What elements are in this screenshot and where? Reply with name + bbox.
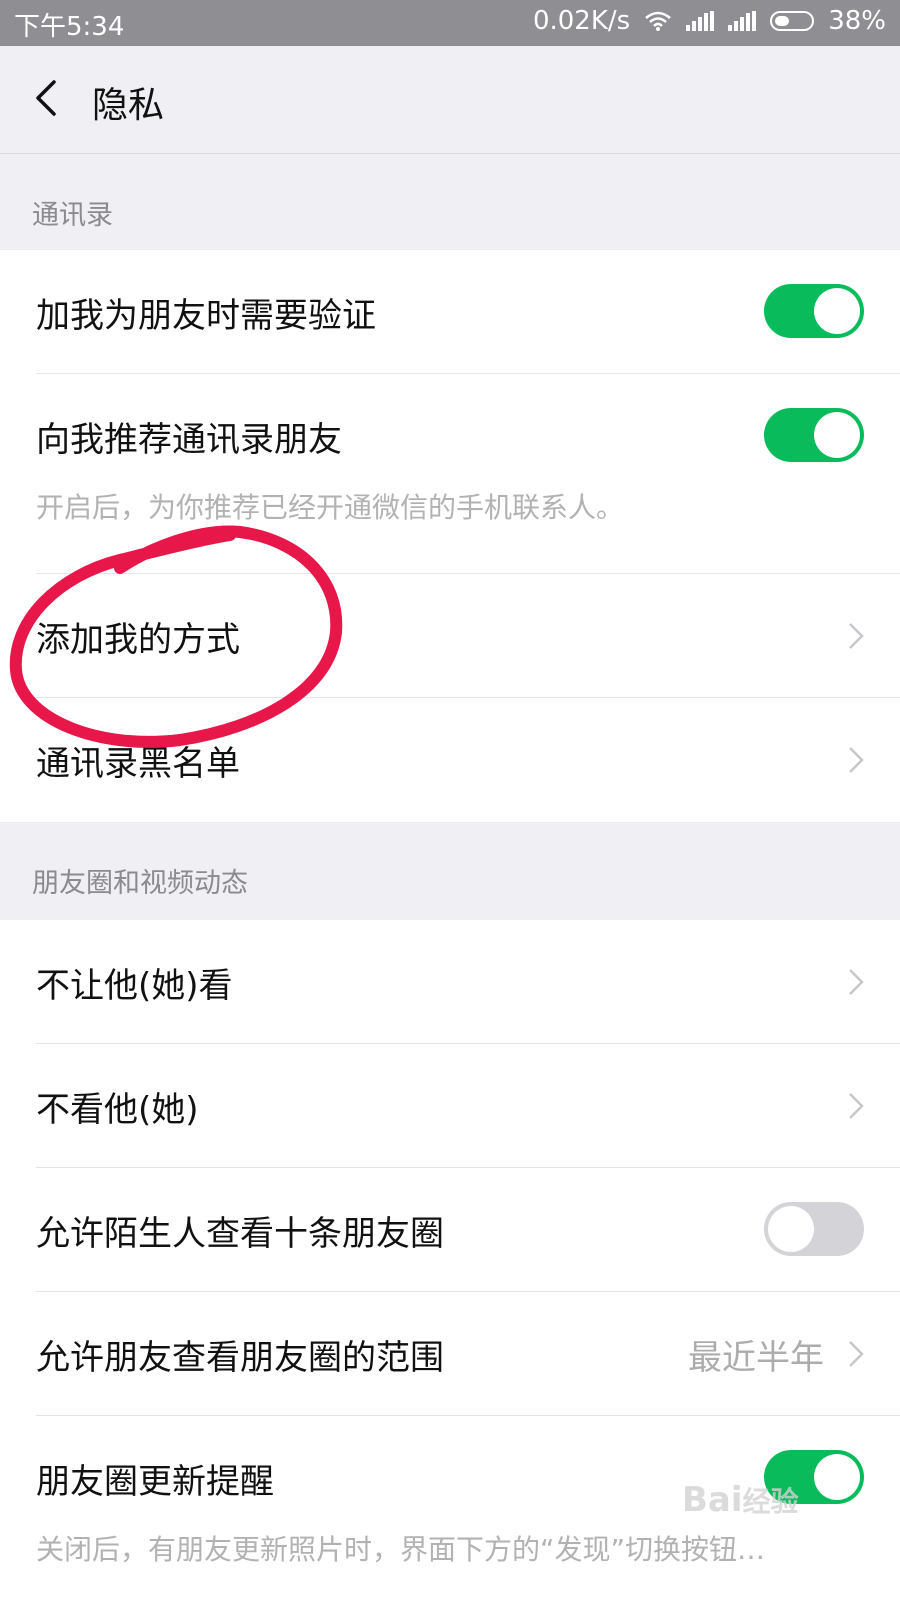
- section-header-moments: 朋友圈和视频动态: [0, 822, 900, 918]
- row-label: 允许陌生人查看十条朋友圈: [36, 1214, 444, 1254]
- nav-bar: 隐私: [0, 46, 900, 154]
- section-header-contacts: 通讯录: [0, 154, 900, 250]
- row-label: 向我推荐通讯录朋友: [36, 420, 342, 460]
- page-title: 隐私: [92, 85, 165, 126]
- row-label: 添加我的方式: [36, 620, 240, 660]
- signal-icon-2: [728, 11, 757, 31]
- row-label: 不看他(她): [36, 1090, 199, 1130]
- toggle-switch[interactable]: [764, 1202, 864, 1256]
- row-visible-range[interactable]: 允许朋友查看朋友圈的范围 最近半年: [0, 1292, 900, 1416]
- chevron-right-icon: [849, 623, 864, 649]
- group-contacts: 加我为朋友时需要验证 向我推荐通讯录朋友 开启后，为你推荐已经开通微信的手机联系…: [0, 250, 900, 822]
- row-description: 开启后，为你推荐已经开通微信的手机联系人。: [36, 491, 625, 524]
- row-label: 允许朋友查看朋友圈的范围: [36, 1338, 444, 1378]
- watermark-logo: Bai经验: [682, 1480, 799, 1520]
- row-value: 最近半年: [688, 1338, 824, 1378]
- row-blacklist[interactable]: 通讯录黑名单: [0, 698, 900, 822]
- status-time: 下午5:34: [14, 12, 125, 42]
- back-arrow-icon[interactable]: [26, 76, 70, 120]
- network-speed: 0.02K/s: [532, 6, 631, 36]
- wifi-icon: [645, 11, 672, 31]
- toggle-switch[interactable]: [764, 408, 864, 462]
- chevron-right-icon: [849, 969, 864, 995]
- status-bar: 下午5:34 0.02K/s 38%: [0, 0, 900, 46]
- row-label: 加我为朋友时需要验证: [36, 296, 376, 336]
- row-description: 关闭后，有朋友更新照片时，界面下方的“发现”切换按钮…: [36, 1533, 766, 1566]
- signal-icon: [686, 11, 715, 31]
- toggle-knob: [768, 1206, 814, 1252]
- toggle-knob: [814, 288, 860, 334]
- row-label: 不让他(她)看: [36, 966, 233, 1006]
- toggle-knob: [814, 412, 860, 458]
- chevron-right-icon: [849, 747, 864, 773]
- chevron-right-icon: [849, 1341, 864, 1367]
- row-label: 通讯录黑名单: [36, 744, 240, 784]
- status-right: 0.02K/s 38%: [533, 6, 886, 36]
- row-require-verification[interactable]: 加我为朋友时需要验证: [0, 250, 900, 374]
- section-title: 朋友圈和视频动态: [32, 868, 248, 899]
- row-dont-see[interactable]: 不看他(她): [0, 1044, 900, 1168]
- section-title: 通讯录: [32, 200, 113, 231]
- battery-icon: [770, 11, 815, 31]
- chevron-right-icon: [849, 1093, 864, 1119]
- row-strangers-view[interactable]: 允许陌生人查看十条朋友圈: [0, 1168, 900, 1292]
- battery-percent: 38%: [828, 6, 886, 36]
- row-add-me-methods[interactable]: 添加我的方式: [0, 574, 900, 698]
- row-recommend-contacts[interactable]: 向我推荐通讯录朋友 开启后，为你推荐已经开通微信的手机联系人。: [0, 374, 900, 574]
- toggle-switch[interactable]: [764, 284, 864, 338]
- row-hide-from[interactable]: 不让他(她)看: [0, 920, 900, 1044]
- row-label: 朋友圈更新提醒: [36, 1462, 274, 1502]
- toggle-knob: [814, 1454, 860, 1500]
